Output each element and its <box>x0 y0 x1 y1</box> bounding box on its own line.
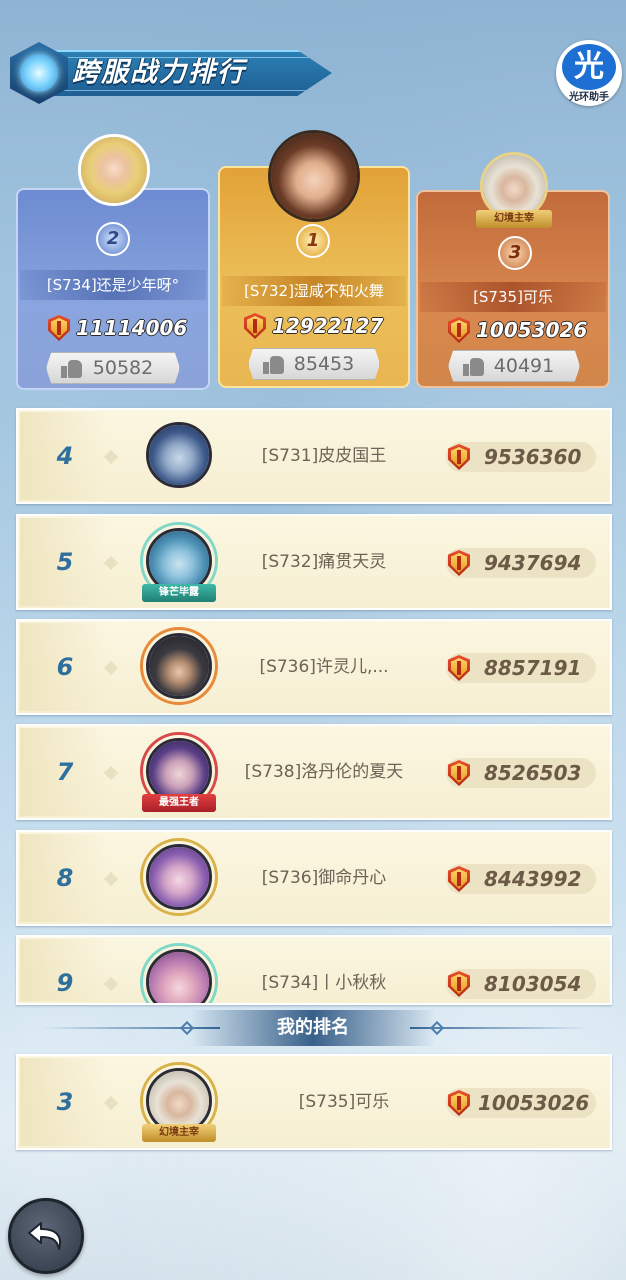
power-value: 8443992 <box>484 867 582 891</box>
like-button[interactable]: 40491 <box>448 350 580 382</box>
power-pill: 8857191 <box>446 653 596 683</box>
back-arrow-icon <box>28 1222 61 1250</box>
my-rank-header: 我的排名 <box>0 1010 626 1046</box>
diamond-ornament <box>103 871 119 887</box>
diamond-ornament <box>103 765 119 781</box>
podium-card-rank-2[interactable]: 2 [S734]还是少年呀° 11114006 50582 <box>16 134 210 390</box>
player-name: [S732]痛贯天灵 <box>261 552 387 572</box>
player-name: [S734]还是少年呀° <box>20 270 206 300</box>
power-row: 12922127 <box>244 312 383 340</box>
avatar-image <box>483 155 545 217</box>
title-banner: 跨服战力排行 <box>10 42 332 104</box>
power-value: 8103054 <box>484 972 582 996</box>
ranking-row[interactable]: 4 [S731]皮皮国王 9536360 <box>16 408 612 504</box>
rank-medal-silver: 2 <box>96 222 130 256</box>
power-pill: 8526503 <box>446 758 596 788</box>
my-rank-label: 我的排名 <box>277 1017 349 1038</box>
like-button[interactable]: 50582 <box>46 352 180 384</box>
diamond-ornament <box>103 976 119 992</box>
ranking-row[interactable]: 8 [S736]御命丹心 8443992 <box>16 830 612 926</box>
rank-number: 6 <box>56 653 74 681</box>
avatar <box>78 134 150 206</box>
power-value: 10053026 <box>476 318 588 342</box>
player-name: [S736]许灵儿,... <box>259 657 389 677</box>
my-ranking-row[interactable]: 3 幻境主宰 [S735]可乐 10053026 <box>16 1054 612 1150</box>
avatar <box>146 633 212 699</box>
ranking-row[interactable]: 5 锋芒毕露 [S732]痛贯天灵 9437694 <box>16 514 612 610</box>
frame-title-badge: 锋芒毕露 <box>142 584 216 602</box>
power-row: 10053026 <box>448 316 587 344</box>
like-count: 50582 <box>92 357 154 379</box>
like-count: 40491 <box>493 355 555 377</box>
ranking-row[interactable]: 7 最强王者 [S738]洛丹伦的夏天 8526503 <box>16 724 612 820</box>
rank-number: 8 <box>56 864 74 892</box>
shield-sword-icon <box>448 760 470 786</box>
back-button[interactable] <box>8 1198 84 1274</box>
page-title: 跨服战力排行 <box>72 57 246 88</box>
power-value: 12922127 <box>272 314 384 338</box>
power-value: 10053026 <box>478 1091 590 1115</box>
rank-number: 9 <box>56 969 74 997</box>
frame-title-badge: 幻境主宰 <box>142 1124 216 1142</box>
helper-glyph: 光 <box>562 44 616 90</box>
player-name: [S734]丨小秋秋 <box>261 973 387 993</box>
power-pill: 9536360 <box>446 442 596 472</box>
power-value: 8857191 <box>484 656 582 680</box>
player-name: [S735]可乐 <box>420 282 606 312</box>
power-pill: 8443992 <box>446 864 596 894</box>
helper-label: 光环助手 <box>569 92 609 103</box>
shield-sword-icon <box>448 1090 470 1116</box>
avatar-image <box>271 133 357 219</box>
rank-number: 5 <box>56 548 74 576</box>
diamond-ornament <box>103 660 119 676</box>
thumbs-up-icon <box>61 357 83 379</box>
podium-card-rank-1[interactable]: 1 [S732]湿咸不知火舞 12922127 85453 <box>218 130 410 388</box>
rank-medal-bronze: 3 <box>498 236 532 270</box>
rank-number: 3 <box>56 1088 74 1116</box>
shield-sword-icon <box>448 655 470 681</box>
power-row: 11114006 <box>48 314 187 342</box>
shield-sword-icon <box>448 866 470 892</box>
frame-title-badge: 幻境主宰 <box>476 210 552 228</box>
shield-sword-icon <box>448 550 470 576</box>
power-pill: 10053026 <box>446 1088 596 1118</box>
podium-card-rank-3[interactable]: 幻境主宰 3 [S735]可乐 10053026 40491 <box>416 152 610 388</box>
power-pill: 9437694 <box>446 548 596 578</box>
diamond-ornament <box>103 555 119 571</box>
frame-title-badge: 最强王者 <box>142 794 216 812</box>
rank-medal-gold: 1 <box>296 224 330 258</box>
diamond-ornament <box>103 449 119 465</box>
shield-sword-icon <box>48 315 70 341</box>
avatar <box>146 844 212 910</box>
power-value: 11114006 <box>76 316 188 340</box>
power-value: 9536360 <box>484 445 582 469</box>
ranking-row[interactable]: 9 [S734]丨小秋秋 8103054 <box>16 935 612 1005</box>
shield-sword-icon <box>448 971 470 997</box>
player-name: [S736]御命丹心 <box>261 868 387 888</box>
avatar <box>268 130 360 222</box>
like-button[interactable]: 85453 <box>248 348 380 380</box>
shield-sword-icon <box>244 313 266 339</box>
shield-sword-icon <box>448 317 470 343</box>
rank-number: 7 <box>56 758 74 786</box>
player-name: [S731]皮皮国王 <box>261 446 387 466</box>
thumbs-up-icon <box>263 353 285 375</box>
player-name: [S735]可乐 <box>298 1092 390 1112</box>
power-value: 9437694 <box>484 551 582 575</box>
thumbs-up-icon <box>463 355 485 377</box>
power-value: 8526503 <box>484 761 582 785</box>
title-emblem-glow <box>20 54 58 92</box>
avatar <box>146 422 212 488</box>
ranking-row[interactable]: 6 [S736]许灵儿,... 8857191 <box>16 619 612 715</box>
player-name: [S732]湿咸不知火舞 <box>222 276 406 306</box>
helper-badge[interactable]: 光 光环助手 <box>556 40 622 106</box>
rank-number: 4 <box>56 442 74 470</box>
avatar-image <box>81 137 147 203</box>
diamond-ornament <box>103 1095 119 1111</box>
power-pill: 8103054 <box>446 969 596 999</box>
shield-sword-icon <box>448 444 470 470</box>
like-count: 85453 <box>293 353 355 375</box>
player-name: [S738]洛丹伦的夏天 <box>244 762 404 782</box>
